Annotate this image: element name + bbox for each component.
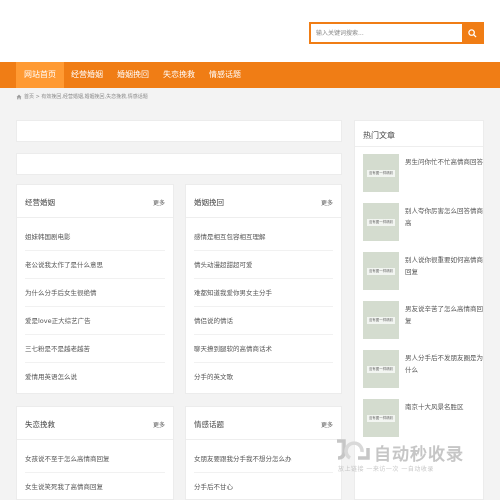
panel-header: 失恋挽救 更多	[17, 407, 173, 440]
hot-article-item[interactable]: 没有图一样精彩 南京十大风景名胜区	[363, 399, 487, 439]
article-thumbnail[interactable]: 没有图一样精彩	[363, 301, 399, 339]
panel-title[interactable]: 失恋挽救	[25, 419, 55, 430]
more-link[interactable]: 更多	[153, 420, 165, 429]
watermark: 自动秒收录 放上链接 一来访一次 一自动收录	[334, 438, 486, 478]
article-title[interactable]: 南京十大风景名胜区	[405, 401, 487, 413]
divider	[355, 146, 483, 147]
panel-header: 经营婚姻 更多	[17, 185, 173, 218]
more-link[interactable]: 更多	[321, 420, 333, 429]
panel-breakup: 失恋挽救 更多 女孩说不至于怎么高情商回复 女生说笑死我了高情商回复	[16, 406, 174, 500]
panel-title[interactable]: 经营婚姻	[25, 197, 55, 208]
list-item[interactable]: 女朋友要跟我分手我不想分怎么办	[194, 445, 333, 473]
panel-topics: 情感话题 更多 女朋友要跟我分手我不想分怎么办 分手后不甘心	[185, 406, 342, 500]
hot-article-item[interactable]: 没有图一样精彩 别人夸你厉害怎么回答情商高	[363, 203, 487, 243]
list-item[interactable]: 三七粉是不是越老越苦	[25, 335, 165, 363]
panel-title[interactable]: 情感话题	[194, 419, 224, 430]
panel-title[interactable]: 婚姻挽回	[194, 197, 224, 208]
list-item[interactable]: 姐妹韩国剧电影	[25, 223, 165, 251]
watermark-title: 自动秒收录	[374, 445, 464, 465]
list-item[interactable]: 情侣说的情话	[194, 307, 333, 335]
list-item[interactable]: 分手后不甘心	[194, 473, 333, 500]
article-title[interactable]: 别人说你很重要如何高情商回复	[405, 254, 487, 278]
main-nav: 网站首页 经营婚姻 婚姻挽回 失恋挽救 情感话题	[0, 62, 500, 88]
search-button[interactable]	[462, 24, 482, 42]
banner-card-1	[16, 120, 342, 142]
watermark-logo-icon	[337, 439, 370, 460]
watermark-subtitle: 放上链接 一来访一次 一自动收录	[338, 466, 434, 473]
article-thumbnail[interactable]: 没有图一样精彩	[363, 350, 399, 388]
hot-article-item[interactable]: 没有图一样精彩 男人分手后不发朋友圈是为什么	[363, 350, 487, 390]
hot-article-item[interactable]: 没有图一样精彩 男生问你忙不忙高情商回答	[363, 154, 487, 194]
more-link[interactable]: 更多	[153, 198, 165, 207]
more-link[interactable]: 更多	[321, 198, 333, 207]
search-box	[309, 22, 484, 44]
article-title[interactable]: 男人分手后不发朋友圈是为什么	[405, 352, 487, 376]
list-item[interactable]: 难都知道我爱你男女主分手	[194, 279, 333, 307]
panel-header: 情感话题 更多	[186, 407, 341, 440]
list-item[interactable]: 女孩说不至于怎么高情商回复	[25, 445, 165, 473]
site-header	[0, 0, 500, 62]
list-item[interactable]: 分手的英文歌	[194, 363, 333, 391]
search-input[interactable]	[311, 24, 462, 42]
search-icon	[467, 28, 477, 38]
hot-article-item[interactable]: 没有图一样精彩 男友说辛苦了怎么高情商回复	[363, 301, 487, 341]
hot-article-item[interactable]: 没有图一样精彩 别人说你很重要如何高情商回复	[363, 252, 487, 292]
article-thumbnail[interactable]: 没有图一样精彩	[363, 399, 399, 437]
home-icon	[16, 94, 22, 99]
list-item[interactable]: 爱情用英语怎么说	[25, 363, 165, 391]
list-item[interactable]: 爱是love正大综艺广告	[25, 307, 165, 335]
panel-recovery: 婚姻挽回 更多 感情是相互包容相互理解 情头动漫超甜超可爱 难都知道我爱你男女主…	[185, 184, 342, 394]
nav-item-recovery[interactable]: 婚姻挽回	[110, 62, 156, 88]
article-thumbnail[interactable]: 没有图一样精彩	[363, 203, 399, 241]
sidebar-title: 热门文章	[363, 131, 395, 140]
article-thumbnail[interactable]: 没有图一样精彩	[363, 154, 399, 192]
article-thumbnail[interactable]: 没有图一样精彩	[363, 252, 399, 290]
article-title[interactable]: 男生问你忙不忙高情商回答	[405, 156, 487, 168]
list-item[interactable]: 感情是相互包容相互理解	[194, 223, 333, 251]
list-item[interactable]: 女生说笑死我了高情商回复	[25, 473, 165, 500]
list-item[interactable]: 老公说我太作了是什么意思	[25, 251, 165, 279]
list-item[interactable]: 为什么分手后女生很绝情	[25, 279, 165, 307]
panel-marriage: 经营婚姻 更多 姐妹韩国剧电影 老公说我太作了是什么意思 为什么分手后女生很绝情…	[16, 184, 174, 394]
article-title[interactable]: 别人夸你厉害怎么回答情商高	[405, 205, 487, 229]
breadcrumb: 首页 > 有效挽回,经营婚姻,婚姻挽回,失恋挽救,情感话题	[16, 93, 148, 100]
panel-header: 婚姻挽回 更多	[186, 185, 341, 218]
banner-card-2	[16, 153, 342, 175]
list-item[interactable]: 聊天撩到腿软的高情商话术	[194, 335, 333, 363]
nav-item-home[interactable]: 网站首页	[16, 62, 64, 88]
nav-item-breakup[interactable]: 失恋挽救	[156, 62, 202, 88]
list-item[interactable]: 情头动漫超甜超可爱	[194, 251, 333, 279]
nav-item-marriage[interactable]: 经营婚姻	[64, 62, 110, 88]
nav-item-topics[interactable]: 情感话题	[202, 62, 248, 88]
article-title[interactable]: 男友说辛苦了怎么高情商回复	[405, 303, 487, 327]
breadcrumb-text[interactable]: 首页 > 有效挽回,经营婚姻,婚姻挽回,失恋挽救,情感话题	[24, 93, 148, 100]
